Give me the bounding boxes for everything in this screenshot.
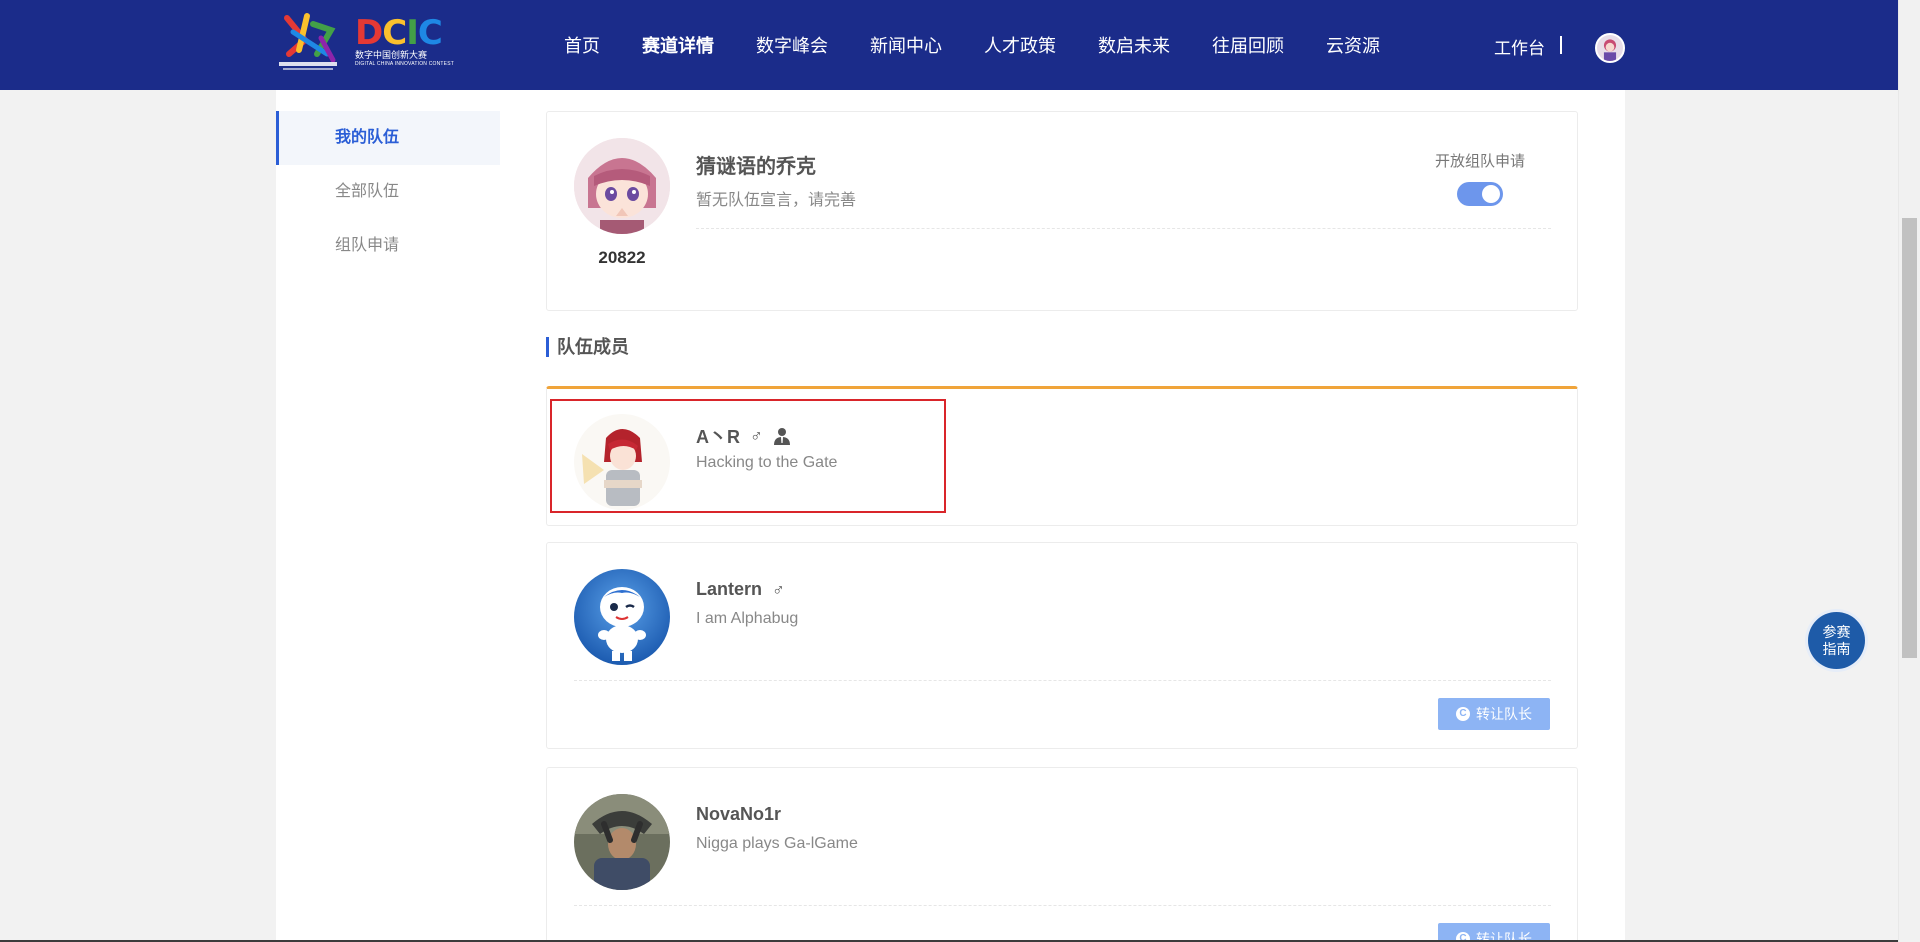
sidebar-item-team-requests[interactable]: 组队申请 (276, 219, 500, 273)
nav-divider (1560, 36, 1562, 54)
divider (574, 680, 1551, 681)
workbench-link[interactable]: 工作台 (1494, 34, 1545, 59)
sidebar-item-all-teams[interactable]: 全部队伍 (276, 165, 500, 219)
section-title-members: 队伍成员 (546, 337, 629, 357)
member-avatar[interactable] (574, 569, 670, 665)
main-nav: 首页 赛道详情 数字峰会 新闻中心 人才政策 数启未来 往届回顾 云资源 (564, 0, 1422, 90)
member-card-captain: A丶R ♂ Hacking to the Gate (546, 386, 1578, 526)
user-avatar[interactable] (1595, 33, 1625, 63)
top-navbar: DCIC 数字中国创新大赛 DIGITAL CHINA INNOVATION C… (0, 0, 1898, 90)
member-name: A丶R (696, 427, 740, 447)
member-name: Lantern (696, 579, 763, 599)
guide-line-1: 参赛 (1822, 623, 1851, 640)
open-team-request-toggle[interactable] (1457, 182, 1503, 206)
dcic-subtitle-en: DIGITAL CHINA INNOVATION CONTEST (355, 61, 454, 67)
transfer-captain-button[interactable]: C 转让队长 (1438, 698, 1550, 730)
dcic-logo: DCIC 数字中国创新大赛 DIGITAL CHINA INNOVATION C… (355, 14, 455, 70)
divider (574, 905, 1551, 906)
member-avatar[interactable] (574, 414, 670, 510)
dcic-subtitle: 数字中国创新大赛 (355, 50, 428, 60)
summit-logo-icon (277, 10, 339, 74)
guide-line-2: 指南 (1822, 640, 1851, 657)
nav-item-news[interactable]: 新闻中心 (870, 32, 942, 58)
member-card: Lantern ♂ I am Alphabug C 转让队长 (546, 542, 1578, 749)
nav-item-digital-summit[interactable]: 数字峰会 (756, 32, 828, 58)
team-name: 猜谜语的乔克 (696, 156, 816, 178)
member-name-row: A丶R ♂ (696, 423, 791, 449)
team-id: 20822 (598, 248, 646, 267)
member-name-row: Lantern ♂ (696, 579, 785, 600)
transfer-icon: C (1456, 707, 1470, 721)
nav-item-talent-policy[interactable]: 人才政策 (984, 32, 1056, 58)
sidebar: 我的队伍 全部队伍 组队申请 (276, 111, 500, 273)
nav-item-future[interactable]: 数启未来 (1098, 32, 1170, 58)
captain-icon (773, 428, 790, 445)
team-avatar (574, 138, 670, 234)
member-avatar[interactable] (574, 794, 670, 890)
member-motto: Hacking to the Gate (696, 454, 838, 471)
member-card: NovaNo1r Nigga plays Ga-lGame C 转让队长 (546, 767, 1578, 942)
scrollbar-thumb[interactable] (1902, 218, 1917, 658)
nav-item-home[interactable]: 首页 (564, 32, 600, 58)
male-icon: ♂ (772, 579, 785, 599)
divider (696, 228, 1551, 229)
member-name: NovaNo1r (696, 804, 782, 824)
scrollbar[interactable] (1898, 0, 1920, 942)
logo[interactable]: DCIC 数字中国创新大赛 DIGITAL CHINA INNOVATION C… (277, 8, 459, 76)
member-motto: I am Alphabug (696, 610, 799, 627)
nav-item-review[interactable]: 往届回顾 (1212, 32, 1284, 58)
contest-guide-button[interactable]: 参赛 指南 (1808, 612, 1865, 669)
member-name-row: NovaNo1r (696, 804, 781, 825)
toggle-knob (1482, 185, 1500, 203)
team-declaration: 暂无队伍宣言，请完善 (696, 192, 857, 209)
nav-item-cloud[interactable]: 云资源 (1326, 32, 1380, 58)
page-body: 我的队伍 全部队伍 组队申请 20822 猜谜语的乔克 暂无队伍宣言，请完善 开… (276, 90, 1625, 942)
member-motto: Nigga plays Ga-lGame (696, 835, 858, 852)
transfer-captain-label: 转让队长 (1476, 706, 1532, 722)
nav-item-track-details[interactable]: 赛道详情 (642, 32, 714, 58)
sidebar-item-my-team[interactable]: 我的队伍 (276, 111, 500, 165)
open-team-request-label: 开放组队申请 (1435, 153, 1526, 170)
dcic-letters: DCIC (355, 13, 443, 53)
male-icon: ♂ (750, 426, 763, 445)
team-info-card: 20822 猜谜语的乔克 暂无队伍宣言，请完善 开放组队申请 (546, 111, 1578, 311)
